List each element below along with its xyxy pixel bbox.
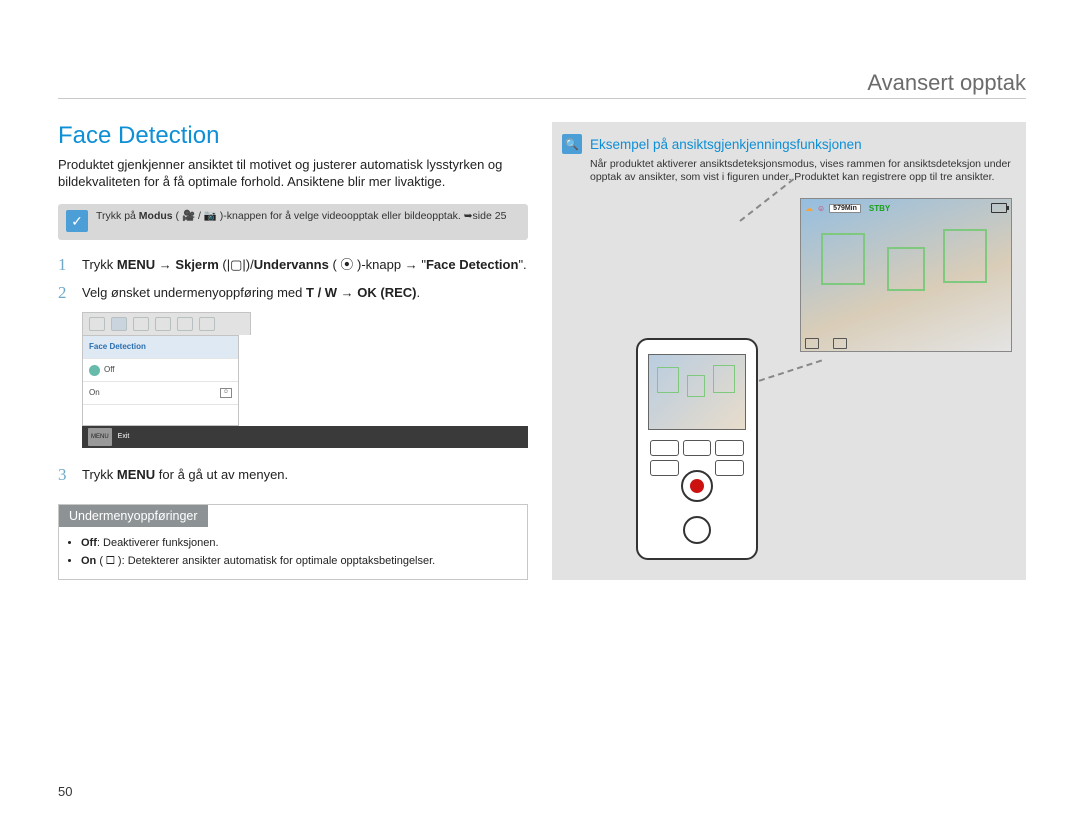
submenu-item: Off: Deaktiverer funksjonen. (81, 535, 525, 551)
section-title: Face Detection (58, 122, 528, 150)
camera-device (636, 338, 758, 560)
callout-line (739, 178, 794, 221)
quality-icon (833, 338, 847, 349)
manual-page: Avansert opptak Face Detection Produktet… (0, 0, 1080, 825)
menu-exit-button[interactable]: MENU (88, 428, 112, 446)
submenu-item: On ( 🞏 ): Detekterer ansikter automatisk… (81, 553, 525, 569)
battery-icon (991, 203, 1007, 213)
submenu-heading: Undermenyoppføringer (59, 505, 208, 527)
step-1: 1 Trykk MENU → Skjerm (|▢|)/Undervanns (… (58, 256, 528, 274)
menu-option-on[interactable]: On ☺ (83, 381, 238, 404)
menu-option-off[interactable]: Off (83, 358, 238, 381)
enlarged-screen: ☁ ☺ 579Min STBY (800, 198, 1012, 352)
intro-text: Produktet gjenkjenner ansiktet til motiv… (58, 156, 528, 190)
time-remaining: 579Min (829, 204, 861, 213)
face-mode-icon: ☺ (817, 204, 825, 213)
face-frame (657, 367, 679, 393)
diagram: ☁ ☺ 579Min STBY (562, 198, 1016, 538)
example-heading: 🔍 Eksempel på ansiktsgjenkjenningsfunksj… (562, 134, 1016, 154)
step-2: 2 Velg ønsket undermenyoppføring med T /… (58, 284, 528, 302)
step-3: 3 Trykk MENU for å gå ut av menyen. (58, 466, 528, 484)
cloud-icon: ☁ (805, 204, 813, 213)
step-number: 3 (58, 466, 72, 484)
tip-text: Trykk på Modus ( 🎥 / 📷 )-knappen for å v… (96, 210, 506, 223)
step-number: 2 (58, 284, 72, 302)
camera-lcd (648, 354, 746, 430)
menu-footer: MENU Exit (82, 426, 528, 448)
right-column: 🔍 Eksempel på ansiktsgjenkjenningsfunksj… (552, 122, 1026, 580)
menu-tab-bar (82, 312, 251, 335)
camera-lens (683, 516, 711, 544)
example-text: Når produktet aktiverer ansiktsdeteksjon… (590, 158, 1016, 184)
face-frame (713, 365, 735, 393)
magnify-icon: 🔍 (562, 134, 582, 154)
face-frame (943, 229, 987, 283)
face-frame (687, 375, 705, 397)
hd-icon (805, 338, 819, 349)
face-frame (887, 247, 925, 291)
record-button[interactable] (681, 470, 713, 502)
left-column: Face Detection Produktet gjenkjenner ans… (58, 122, 528, 580)
camera-button[interactable] (715, 440, 744, 456)
step-number: 1 (58, 256, 72, 274)
submenu-box: Undermenyoppføringer Off: Deaktiverer fu… (58, 504, 528, 580)
camera-button[interactable] (715, 460, 744, 476)
camera-button[interactable] (650, 460, 679, 476)
menu-title: Face Detection (83, 336, 238, 358)
steps: 1 Trykk MENU → Skjerm (|▢|)/Undervanns (… (58, 256, 528, 484)
page-header: Avansert opptak (867, 70, 1026, 96)
header-rule (58, 98, 1026, 99)
osd-top-bar: ☁ ☺ 579Min STBY (805, 201, 1007, 215)
camera-button[interactable] (683, 440, 712, 456)
status-label: STBY (869, 204, 890, 213)
radio-selected-icon (89, 365, 100, 376)
camera-button[interactable] (650, 440, 679, 456)
face-icon: ☺ (220, 388, 232, 398)
tip-box: ✓ Trykk på Modus ( 🎥 / 📷 )-knappen for å… (58, 204, 528, 240)
page-number: 50 (58, 784, 72, 799)
osd-bottom-bar (805, 337, 1007, 349)
menu-screenshot: Face Detection Off On ☺ MENU Exi (82, 312, 528, 448)
check-icon: ✓ (66, 210, 88, 232)
face-frame (821, 233, 865, 285)
